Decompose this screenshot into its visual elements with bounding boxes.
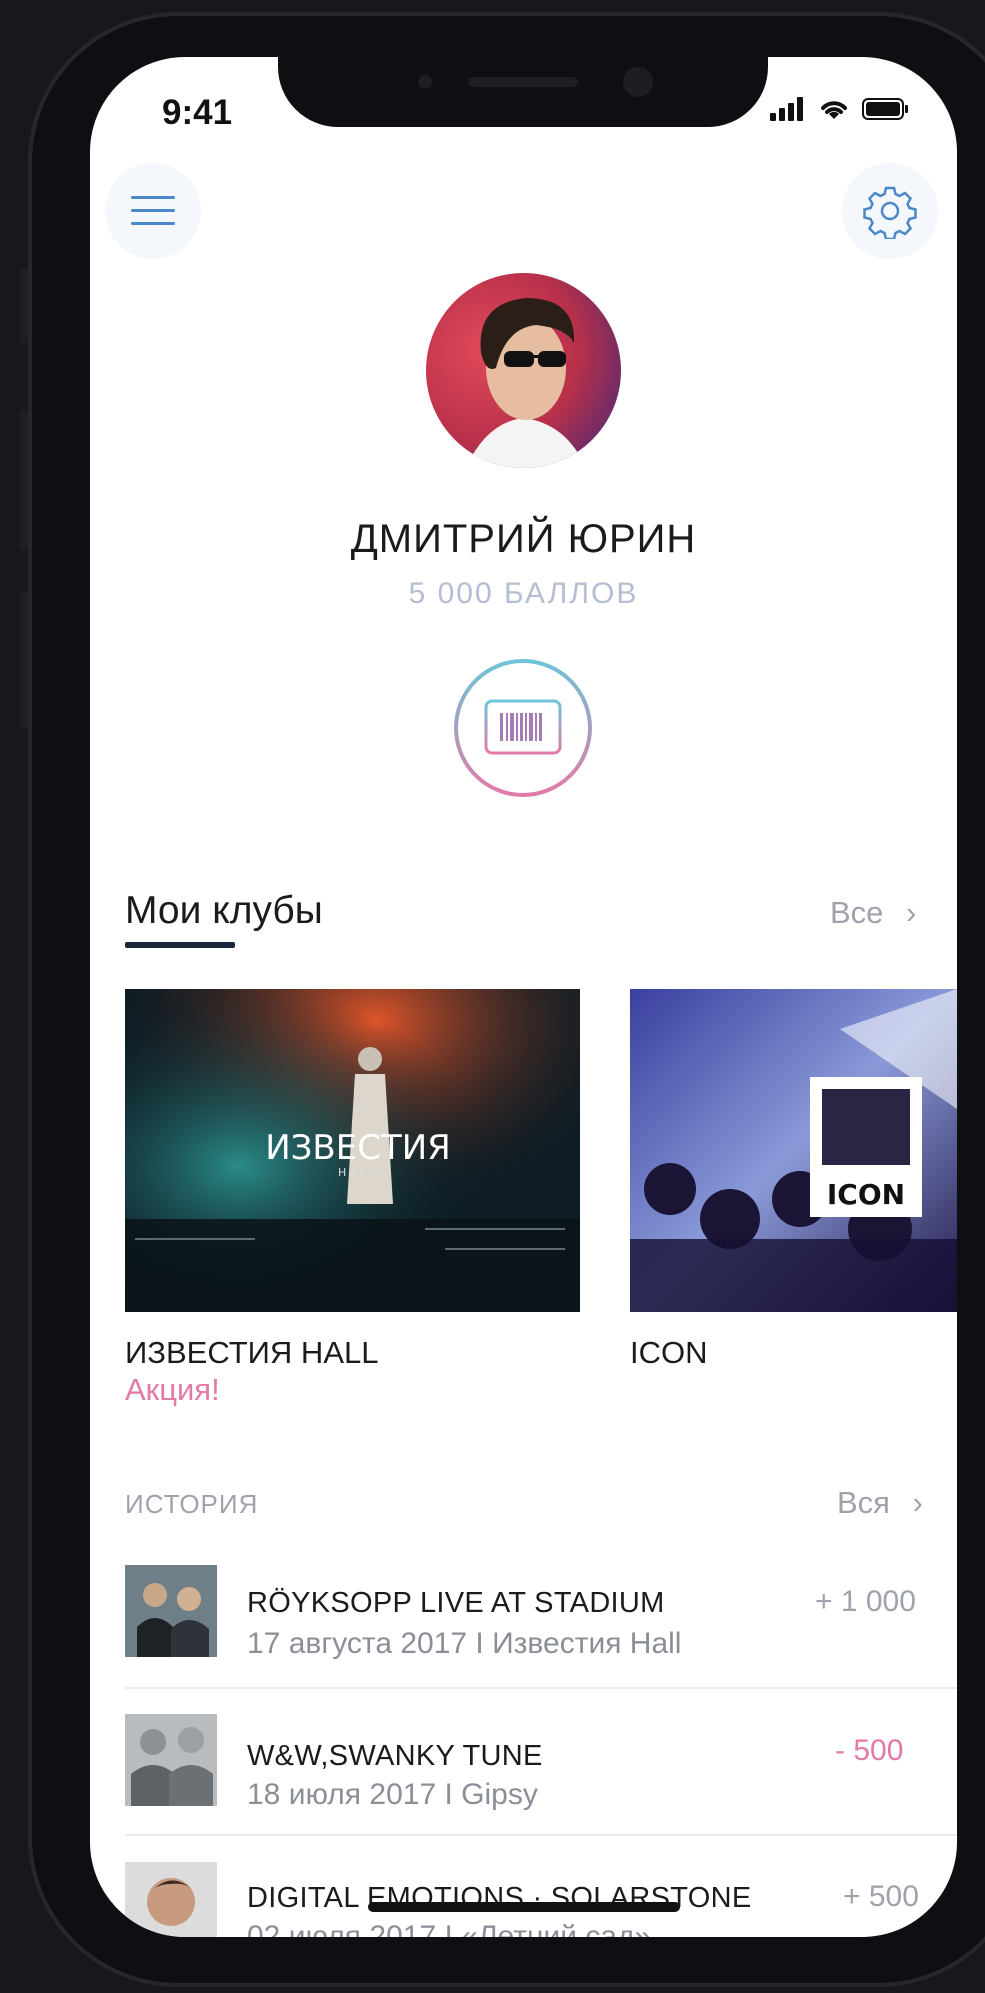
gear-icon	[863, 186, 917, 239]
chevron-right-icon: ›	[906, 895, 917, 930]
battery-icon	[862, 98, 908, 120]
svg-text:HALL: HALL	[338, 1166, 378, 1179]
event-thumbnail	[125, 1862, 217, 1937]
volume-up-button	[20, 410, 28, 550]
my-clubs-title: Мои клубы	[125, 889, 323, 932]
loyalty-card-button[interactable]	[452, 657, 594, 804]
my-clubs-underline	[125, 942, 235, 948]
app-screen: 9:41 ДМИТРИЙ ЮРИН 5 000 БАЛЛОВ Мои клубы…	[90, 57, 957, 1937]
club-photo-izvestia: ИЗВЕСТИЯ HALL	[125, 989, 580, 1312]
event-thumbnail	[125, 1714, 217, 1806]
event-subtitle: 17 августа 2017 I Известия Hall	[247, 1627, 682, 1660]
status-time: 9:41	[162, 93, 233, 132]
divider	[125, 1687, 957, 1689]
settings-button[interactable]	[842, 163, 938, 259]
event-title: RÖYKSOPP LIVE AT STADIUM	[247, 1587, 665, 1619]
signal-icon	[770, 97, 803, 121]
hamburger-icon	[131, 196, 175, 225]
club-promo-izvestia: Акция!	[125, 1372, 220, 1407]
chevron-right-icon: ›	[912, 1485, 923, 1520]
event-subtitle: 18 июля 2017 I Gipsy	[247, 1778, 538, 1811]
barcode-card-icon	[454, 659, 592, 797]
club-photo-icon: ICON	[630, 989, 957, 1312]
home-indicator[interactable]	[368, 1902, 680, 1912]
event-points: + 500	[843, 1880, 919, 1913]
my-clubs-all-link[interactable]: Все ›	[830, 895, 916, 931]
user-name: ДМИТРИЙ ЮРИН	[350, 517, 697, 561]
history-title: ИСТОРИЯ	[125, 1489, 259, 1519]
event-thumbnail	[125, 1565, 217, 1657]
club-card-icon[interactable]: ICON	[630, 989, 957, 1312]
event-title: W&W,SWANKY TUNE	[247, 1740, 543, 1772]
volume-down-button	[20, 590, 28, 730]
event-points: - 500	[835, 1734, 904, 1767]
event-points: + 1 000	[815, 1585, 916, 1618]
history-all-link[interactable]: Вся ›	[837, 1485, 923, 1521]
avatar-photo	[426, 273, 621, 468]
svg-text:ICON: ICON	[827, 1178, 905, 1211]
user-points: 5 000 БАЛЛОВ	[408, 577, 639, 610]
club-card-izvestia[interactable]: ИЗВЕСТИЯ HALL	[125, 989, 580, 1312]
user-avatar[interactable]	[426, 273, 621, 468]
wifi-icon	[821, 101, 847, 119]
club-name-icon: ICON	[630, 1335, 708, 1370]
notch	[278, 57, 768, 127]
status-icons	[770, 97, 910, 121]
mute-switch	[20, 268, 28, 344]
menu-button[interactable]	[105, 163, 201, 259]
club-name-izvestia: ИЗВЕСТИЯ HALL	[125, 1335, 379, 1370]
event-subtitle: 02 июля 2017 I «Летний сад»	[247, 1920, 652, 1937]
svg-text:ИЗВЕСТИЯ: ИЗВЕСТИЯ	[265, 1128, 451, 1168]
divider	[125, 1834, 957, 1836]
